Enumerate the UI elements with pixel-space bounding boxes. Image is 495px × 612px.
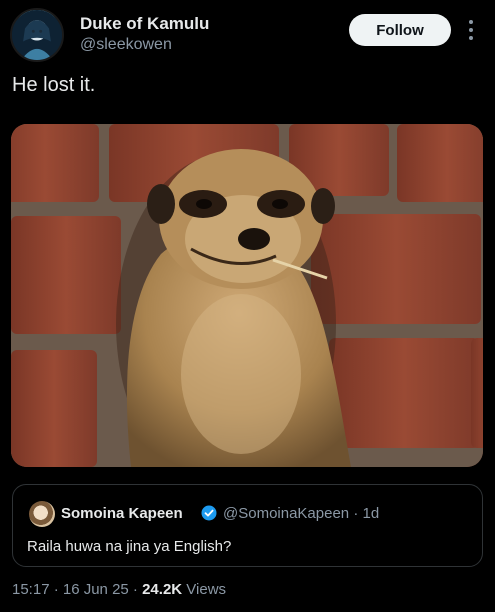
quoted-tweet[interactable]: Somoina Kapeen @SomoinaKapeen · 1d Raila…	[12, 484, 483, 567]
author-display-name[interactable]: Duke of Kamulu	[80, 14, 209, 34]
author-avatar[interactable]	[10, 8, 64, 62]
tweet-timestamp[interactable]: 15:17 · 16 Jun 25 ·	[12, 581, 142, 598]
views-label: Views	[182, 581, 227, 598]
tweet-text: He lost it.	[12, 74, 96, 96]
tweet-header: Duke of Kamulu @sleekowen Follow	[0, 0, 495, 70]
tweet-meta: 15:17 · 16 Jun 25 · 24.2K Views	[12, 581, 226, 598]
quoted-author-avatar[interactable]	[29, 501, 55, 527]
verified-badge-icon	[201, 505, 217, 521]
quoted-author-name[interactable]: Somoina Kapeen	[61, 505, 183, 522]
tweet-media-image[interactable]	[11, 124, 483, 467]
more-vertical-icon[interactable]	[464, 16, 478, 44]
views-count: 24.2K	[142, 581, 183, 598]
meerkat-photo	[11, 124, 483, 467]
author-handle[interactable]: @sleekowen	[80, 36, 172, 54]
follow-button[interactable]: Follow	[349, 14, 451, 46]
avatar-image	[12, 10, 62, 60]
quoted-author-handle-time[interactable]: @SomoinaKapeen · 1d	[223, 505, 379, 522]
quoted-tweet-text: Raila huwa na jina ya English?	[27, 538, 232, 555]
